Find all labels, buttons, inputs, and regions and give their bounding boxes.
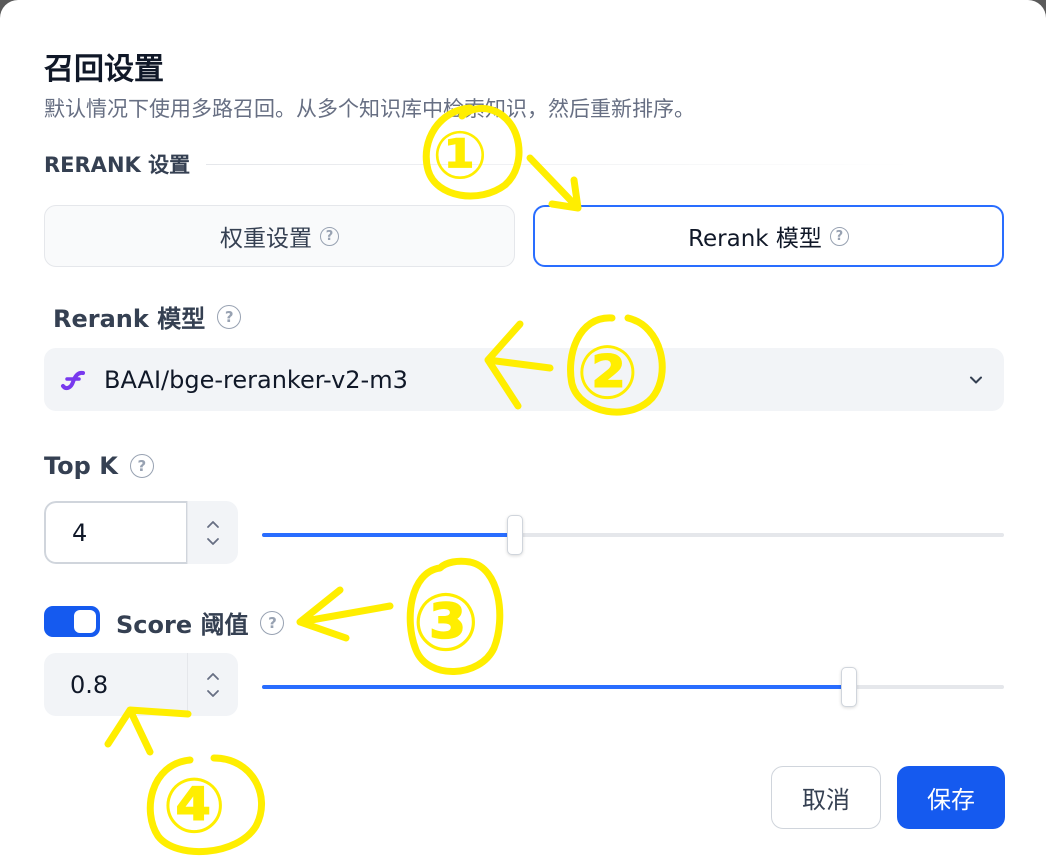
slider-fill [262,533,515,537]
selected-model-name: BAAI/bge-reranker-v2-m3 [104,365,408,394]
dialog-title: 召回设置 [44,52,164,87]
dialog-subtitle: 默认情况下使用多路召回。从多个知识库中检索知识，然后重新排序。 [44,97,695,121]
score-threshold-stepper[interactable] [187,653,238,716]
retrieval-settings-dialog: 召回设置 默认情况下使用多路召回。从多个知识库中检索知识，然后重新排序。 RER… [0,0,1046,866]
tab-label: Rerank 模型 [688,226,822,252]
section-label: RERANK 设置 [44,153,191,177]
score-threshold-label: Score 阈值 ? [116,605,285,640]
chevron-down-icon [970,376,982,383]
top-k-slider[interactable] [262,515,1004,555]
chevron-up-icon[interactable] [206,671,220,681]
score-threshold-value[interactable]: 0.8 [44,653,187,716]
top-k-label: Top K ? [44,452,154,480]
help-icon[interactable]: ? [320,226,339,246]
top-k-value[interactable]: 4 [44,501,187,564]
tab-weight-settings[interactable]: 权重设置 ? [44,205,515,267]
score-threshold-input[interactable]: 0.8 [44,653,238,716]
score-threshold-slider[interactable] [262,667,1004,707]
chevron-up-icon[interactable] [206,519,220,529]
chevron-down-icon[interactable] [206,537,220,547]
section-divider [206,163,914,165]
rerank-model-select[interactable]: BAAI/bge-reranker-v2-m3 [44,348,1004,411]
label-text: Top K [44,452,118,480]
tab-label: 权重设置 [220,226,312,252]
tab-rerank-model[interactable]: Rerank 模型 ? [533,205,1004,267]
slider-thumb[interactable] [507,515,524,555]
help-icon[interactable]: ? [260,610,285,635]
cancel-button[interactable]: 取消 [771,766,881,829]
model-provider-icon [58,365,88,395]
help-icon[interactable]: ? [129,454,154,478]
rerank-section-header: RERANK 设置 [44,149,914,179]
toggle-knob [74,610,96,633]
help-icon[interactable]: ? [829,226,849,246]
slider-thumb[interactable] [841,667,858,707]
save-button[interactable]: 保存 [897,766,1005,829]
slider-fill [262,685,849,689]
top-k-stepper[interactable] [187,501,238,564]
score-threshold-toggle[interactable] [44,606,100,637]
rerank-model-label: Rerank 模型 ? [53,299,242,334]
help-icon[interactable]: ? [217,304,242,329]
top-k-input[interactable]: 4 [44,501,238,564]
label-text: Rerank 模型 [53,305,206,333]
chevron-down-icon[interactable] [206,689,220,699]
label-text: Score 阈值 [116,611,249,639]
